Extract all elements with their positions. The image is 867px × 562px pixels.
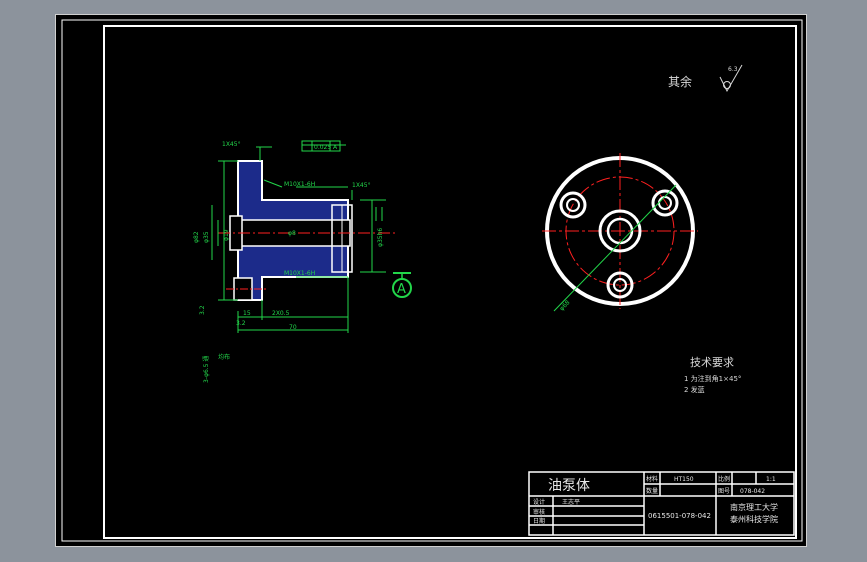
dim-dia-bore: φ19	[223, 229, 230, 241]
tb-scale-label: 比例	[718, 475, 730, 483]
dim-len-15: 15	[243, 310, 251, 317]
tb-material-label: 材料	[646, 475, 658, 483]
datum-label: A	[397, 282, 406, 297]
dim-gdt-tolerance: 0.025	[314, 144, 331, 151]
tb-checker-label: 审核	[533, 508, 545, 516]
tech-req-item-2: 2 发蓝	[684, 385, 705, 394]
end-view: φ68	[542, 153, 698, 312]
tb-material-value: HT150	[674, 476, 694, 483]
tb-date-label: 日期	[533, 517, 545, 525]
dim-chamfer-right: 1X45°	[352, 182, 371, 189]
dim-dia-hub: φ35	[203, 231, 210, 243]
tb-drawing-no-label: 图号	[718, 488, 730, 495]
dim-len-groove: 2X0.5	[272, 310, 290, 317]
end-view-dia-label: φ68	[558, 299, 571, 312]
cad-viewport[interactable]: 其余 6.3 1X45° 0.025 A M10X1-6H 1X45° M10X…	[55, 14, 807, 547]
tb-school-line2: 泰州科技学院	[730, 514, 778, 524]
tb-qty-label: 数量	[646, 487, 658, 495]
outer-frame	[61, 19, 803, 542]
tb-designer-value: 王志平	[562, 498, 580, 506]
dim-dia-outer: φ82	[193, 231, 200, 243]
rough-bottom: 3.2	[236, 320, 246, 327]
note-holes: 3-φ6.5 通	[202, 356, 210, 383]
inner-frame	[103, 25, 797, 539]
tb-part-name: 油泵体	[548, 478, 590, 494]
dim-dia-mid: φ8	[288, 230, 296, 237]
bolt-hole-2-inner	[658, 196, 672, 210]
tb-school-line1: 南京理工大学	[730, 502, 778, 512]
title-block: 油泵体 材料 HT150 比例 1:1 数量 图号 078-042 设计 王志平…	[528, 471, 795, 536]
datum-a-symbol: A	[392, 272, 412, 298]
engineering-drawing: 其余 6.3 1X45° 0.025 A M10X1-6H 1X45° M10X…	[61, 19, 803, 542]
dim-thread-lower: M10X1-6H	[284, 270, 315, 277]
dim-len-70: 70	[289, 324, 297, 331]
tb-designer-label: 设计	[533, 498, 545, 506]
tech-req-item-1: 1 为注到角1×45°	[684, 374, 741, 383]
dim-chamfer-top: 1X45°	[222, 141, 241, 148]
tech-req-title: 技术要求	[690, 356, 734, 369]
note-holes-even: 均布	[218, 353, 230, 361]
roughness-note: 其余 6.3	[668, 64, 743, 93]
rough-left: 3.2	[199, 305, 206, 315]
tech-requirements: 技术要求 1 为注到角1×45° 2 发蓝	[684, 356, 741, 394]
roughness-label: 其余	[668, 74, 692, 89]
bolt-hole-2	[651, 189, 679, 217]
dim-thread-upper: M10X1-6H	[284, 181, 315, 188]
tb-student-id: 0615501-078-042	[648, 512, 711, 520]
tb-scale-value: 1:1	[766, 476, 776, 483]
roughness-value: 6.3	[728, 66, 738, 73]
dim-dia-right: φ35h6	[377, 228, 384, 247]
tb-drawing-no-value: 078-042	[740, 488, 765, 495]
